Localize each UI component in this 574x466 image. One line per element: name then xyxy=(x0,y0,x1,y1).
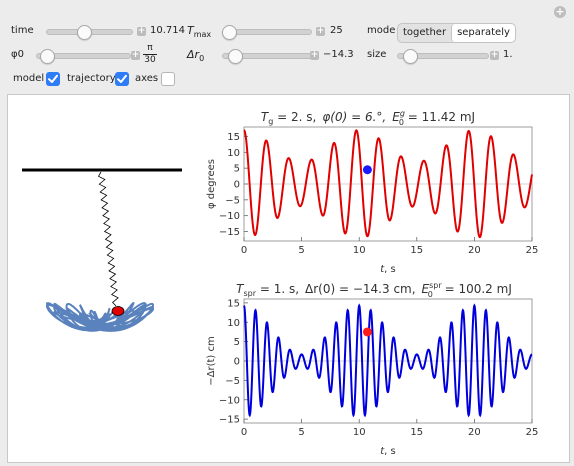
trajectory-checkbox[interactable] xyxy=(115,72,129,86)
size-value: 1. xyxy=(503,49,513,60)
phi0-increment-button[interactable]: + xyxy=(131,51,140,60)
angle-plot-xtick-label: 5 xyxy=(298,245,304,256)
axes-label: axes xyxy=(135,73,159,84)
angle-plot-ytick-label: 10 xyxy=(227,148,240,159)
spring-plot-ytick-label: −10 xyxy=(219,395,240,406)
angle-plot-title: Tg = 2. s, φ(0) = 6.°, Eg 0 = 11.42 mJ xyxy=(261,109,475,127)
spring-plot-xtick-label: 0 xyxy=(241,427,247,438)
time-label: time xyxy=(11,25,34,36)
angle-plot-ytick-label: −5 xyxy=(225,195,240,206)
phi0-value-denominator: 30 xyxy=(144,55,156,65)
spring-plot-marker xyxy=(362,327,372,337)
model-checkbox[interactable] xyxy=(46,72,60,86)
checkmark-icon xyxy=(48,74,58,83)
angle-plot-ytick-label: −15 xyxy=(219,227,240,238)
spring-plot-line xyxy=(243,303,533,418)
spring-plot-title: Tspr = 1. s, Δr(0) = −14.3 cm, Espr 0 = 100… xyxy=(236,281,512,299)
tmax-increment-button[interactable]: + xyxy=(316,27,325,36)
spring-plot-ytick-label: 0 xyxy=(234,357,240,368)
angle-plot-xtick-label: 15 xyxy=(410,245,423,256)
pendulum-model xyxy=(22,168,182,332)
dr0-label-sub: 0 xyxy=(199,54,205,64)
spring-plot: Tspr = 1. s, Δr(0) = −14.3 cm, Espr 0 = 100… xyxy=(206,281,538,457)
mode-option-separately[interactable]: separately xyxy=(451,24,515,42)
time-slider-thumb[interactable] xyxy=(76,25,92,40)
size-slider-thumb[interactable] xyxy=(403,49,419,64)
angle-plot-xtick-label: 0 xyxy=(241,245,247,256)
output-graphics: Tg = 2. s, φ(0) = 6.°, Eg 0 = 11.42 mJ 0 5 10… xyxy=(22,109,538,457)
angle-plot-ytick-label: 5 xyxy=(234,164,240,175)
time-increment-button[interactable]: + xyxy=(137,27,146,36)
phi0-value: π 30 xyxy=(143,43,157,66)
dr0-value: −14.3 xyxy=(323,49,354,60)
tmax-label: Tmax xyxy=(187,24,212,40)
phi0-slider-thumb[interactable] xyxy=(40,49,55,64)
spring-plot-ytick-label: 10 xyxy=(227,318,240,329)
trajectory-label: trajectory xyxy=(67,73,116,84)
angle-plot: Tg = 2. s, φ(0) = 6.°, Eg 0 = 11.42 mJ 0 5 10… xyxy=(206,109,538,275)
axes-checkbox[interactable] xyxy=(161,72,175,86)
angle-plot-ylabel: φ degrees xyxy=(206,159,217,209)
spring-plot-xtick-label: 10 xyxy=(353,427,366,438)
time-value: 10.714 xyxy=(150,25,185,36)
trajectory-curve xyxy=(45,302,155,332)
spring-plot-ylabel: −Δr(t) cm xyxy=(206,336,217,385)
mode-selector[interactable]: together separately xyxy=(397,23,516,43)
mode-label: mode xyxy=(367,25,396,36)
spring-plot-xtick-label: 20 xyxy=(468,427,481,438)
angle-plot-ytick-label: 0 xyxy=(234,180,240,191)
angle-plot-ytick-label: −10 xyxy=(219,211,240,222)
angle-plot-xtick-label: 10 xyxy=(353,245,366,256)
output-panel: Tg = 2. s, φ(0) = 6.°, Eg 0 = 11.42 mJ 0 5 10… xyxy=(7,94,570,463)
pendulum-bob xyxy=(111,306,125,316)
spring-zigzag xyxy=(97,171,119,307)
tmax-label-sub: max xyxy=(193,30,212,40)
angle-plot-xlabel: t, s xyxy=(380,264,396,275)
spring-plot-ytick-label: −15 xyxy=(219,415,240,426)
angle-plot-xtick-label: 25 xyxy=(526,245,539,256)
angle-plot-marker xyxy=(362,165,372,175)
spring-plot-xtick-label: 15 xyxy=(410,427,423,438)
tmax-value: 25 xyxy=(330,25,343,36)
checkmark-icon xyxy=(117,74,127,83)
mode-option-together[interactable]: together xyxy=(398,24,451,42)
size-increment-button[interactable]: + xyxy=(490,51,499,60)
model-label: model xyxy=(13,73,45,84)
dr0-slider-thumb[interactable] xyxy=(228,49,243,64)
dr0-label: Δr0 xyxy=(187,48,205,64)
phi0-value-numerator: π xyxy=(143,43,157,55)
tmax-slider-thumb[interactable] xyxy=(222,25,237,40)
spring-plot-ytick-label: 15 xyxy=(227,298,240,309)
dr0-increment-button[interactable]: + xyxy=(310,51,319,60)
angle-plot-line xyxy=(243,129,533,239)
spring-plot-xtick-label: 5 xyxy=(298,427,304,438)
size-label: size xyxy=(367,49,387,60)
phi0-label: φ0 xyxy=(11,49,24,60)
angle-plot-xtick-label: 20 xyxy=(468,245,481,256)
spring-plot-ytick-label: 5 xyxy=(234,337,240,348)
spring-plot-ytick-label: −5 xyxy=(225,376,240,387)
angle-plot-ytick-label: 15 xyxy=(227,132,240,143)
spring-plot-xtick-label: 25 xyxy=(526,427,539,438)
spring-plot-xlabel: t, s xyxy=(380,446,396,457)
corner-plus-button[interactable]: + xyxy=(554,6,566,18)
plus-circle-icon: + xyxy=(555,5,565,18)
